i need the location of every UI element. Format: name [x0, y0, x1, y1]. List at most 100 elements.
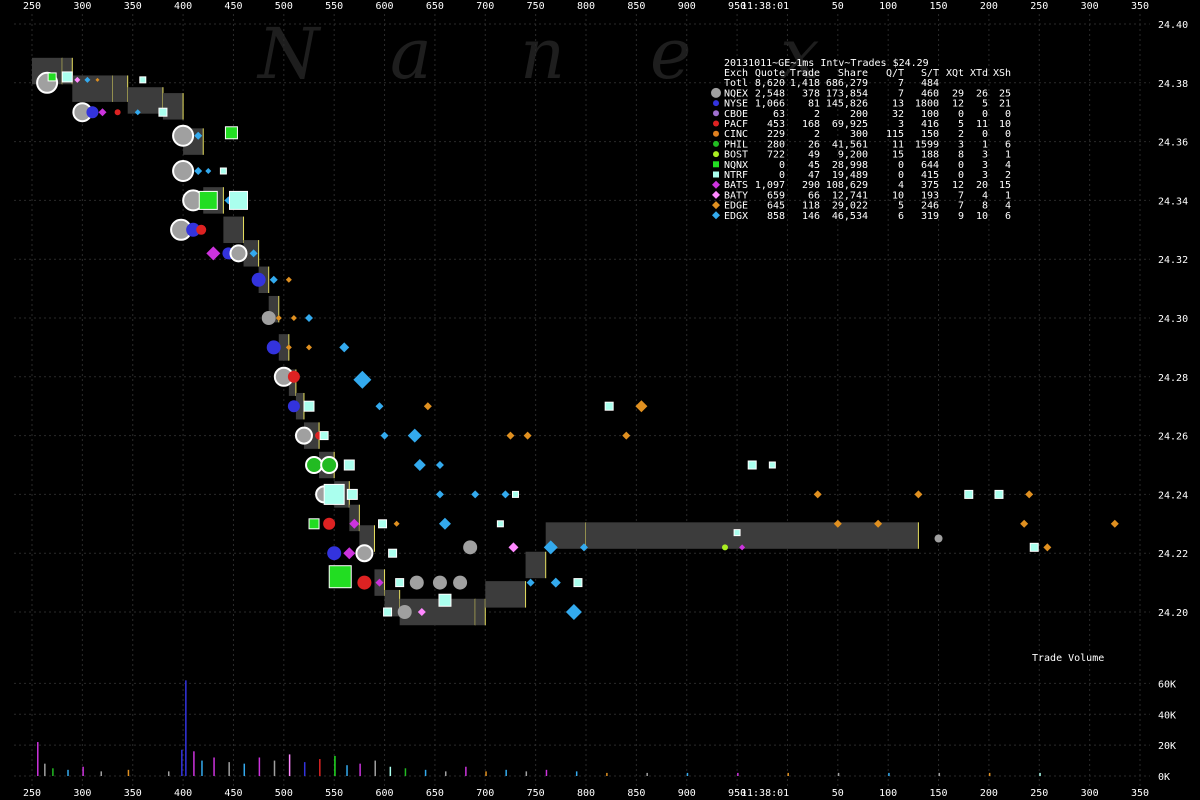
volume-bar-edge: [787, 772, 789, 776]
volume-bar-bats: [465, 766, 467, 776]
trade-point-nqex: [261, 311, 276, 325]
x-tick-label-top: 50: [832, 1, 844, 12]
y-tick-label: 24.40: [1158, 20, 1188, 31]
price-band-segment: [112, 75, 128, 102]
trade-point-nqnx: [328, 565, 352, 589]
trade-point-ntrf: [383, 607, 393, 617]
volume-bar-nyse: [181, 749, 183, 776]
trade-point-nqnx: [308, 518, 320, 530]
volume-bar-bats: [82, 766, 84, 776]
x-tick-label-bottom: 100: [879, 788, 897, 799]
trade-point-ntrf: [1029, 542, 1039, 552]
trade-point-ntrf: [604, 401, 614, 411]
trade-point-ntrf: [733, 529, 741, 537]
volume-bar-bats: [258, 757, 261, 776]
x-tick-label-top: 300: [1081, 1, 1099, 12]
legend-cell-exch: EDGX: [724, 211, 748, 222]
trade-point-ntrf: [319, 431, 329, 441]
volume-bar-baty: [288, 754, 291, 776]
x-tick-label-top: 850: [627, 1, 645, 12]
trade-point-phil: [305, 456, 324, 474]
legend-cell-xqt: 9: [958, 211, 964, 222]
trade-point-ntrf: [228, 190, 248, 210]
volume-bar-edge: [127, 769, 130, 776]
trade-point-ntrf: [747, 460, 757, 470]
x-tick-label-bottom: 350: [1131, 788, 1149, 799]
x-tick-label-top: 250: [1030, 1, 1048, 12]
trade-point-pacf: [196, 224, 207, 235]
y-tick-label: 24.24: [1158, 490, 1188, 501]
legend-header-xtd: XTd: [970, 68, 988, 79]
volume-bar-nqex: [444, 771, 447, 776]
trade-point-ntrf: [378, 519, 388, 529]
volume-bar-nqex: [44, 763, 46, 776]
trade-point-nyse: [266, 340, 281, 355]
price-band-segment: [485, 581, 526, 608]
volume-bar-bats: [193, 751, 195, 776]
x-tick-label-bottom: 600: [376, 788, 394, 799]
chart-background: [0, 0, 1200, 800]
x-tick-label-top: 450: [224, 1, 242, 12]
trade-point-ntrf: [61, 71, 73, 83]
trade-point-phil: [320, 456, 339, 474]
x-tick-label-top: 400: [174, 1, 192, 12]
x-tick-label-bottom: 650: [426, 788, 444, 799]
volume-bar-bats: [37, 742, 39, 776]
trade-point-nyse: [287, 400, 300, 413]
volume-bar-edgx: [201, 760, 203, 776]
y-tick-label: 24.30: [1158, 314, 1188, 325]
volume-bar-edgx: [424, 769, 427, 776]
volume-bar-edgx: [575, 771, 578, 776]
trade-point-ntrf: [219, 167, 227, 175]
volume-bar-nqex: [938, 772, 941, 776]
trade-chart: Nanex 2502503003003503504004004504505005…: [0, 0, 1200, 800]
x-tick-label-top: 100: [879, 1, 897, 12]
volume-tick-label: 40K: [1158, 710, 1176, 721]
x-tick-label-top: 150: [930, 1, 948, 12]
y-tick-label: 24.20: [1158, 608, 1188, 619]
volume-bar-edgx: [888, 772, 890, 776]
legend-cell-xsh: 6: [1005, 211, 1011, 222]
volume-bar-nqex: [228, 762, 230, 776]
volume-bar-edgx: [243, 763, 246, 776]
price-band-segment: [475, 598, 486, 626]
legend-marker-phil: [713, 140, 719, 147]
volume-bar-edge: [606, 772, 608, 776]
x-tick-label-top: 600: [376, 1, 394, 12]
legend-cell-qt: 6: [898, 211, 904, 222]
x-tick-label-top: 200: [980, 1, 998, 12]
x-tick-label-top: 900: [678, 1, 696, 12]
volume-bar-ntrf: [389, 766, 392, 776]
legend-marker-cboe: [713, 110, 719, 117]
x-tick-label-top: 750: [527, 1, 545, 12]
trade-point-bost: [722, 544, 729, 551]
y-tick-label: 24.28: [1158, 373, 1188, 384]
trade-point-nqex: [172, 160, 195, 182]
trade-point-ntrf: [438, 593, 452, 607]
volume-bar-bats: [737, 772, 739, 776]
volume-bar-edgx: [505, 769, 507, 776]
price-band-segment: [223, 216, 244, 244]
volume-bar-nyse: [303, 762, 306, 776]
trade-point-nyse: [86, 106, 99, 119]
x-tick-label-top: 350: [124, 1, 142, 12]
x-tick-label-bottom: 900: [678, 788, 696, 799]
volume-tick-label: 0K: [1158, 772, 1170, 783]
volume-bar-bats: [545, 769, 548, 776]
volume-bar-nqex: [167, 771, 170, 776]
price-band-segment: [127, 87, 163, 114]
volume-bar-nqex: [273, 760, 276, 776]
volume-tick-label: 60K: [1158, 679, 1176, 690]
x-tick-label-top: 300: [73, 1, 91, 12]
volume-bar-nqex: [100, 771, 102, 776]
x-tick-label-top: 350: [1131, 1, 1149, 12]
volume-bar-edgx: [346, 765, 348, 776]
volume-bar-edgx: [686, 772, 689, 776]
trade-point-nqex: [172, 124, 195, 147]
volume-bar-nqex: [646, 772, 648, 776]
trade-point-pacf: [114, 109, 121, 116]
trade-point-nyse: [327, 546, 342, 561]
x-tick-label-top: 250: [23, 1, 41, 12]
x-tick-label-bottom: 150: [930, 788, 948, 799]
x-tick-label-bottom: 400: [174, 788, 192, 799]
